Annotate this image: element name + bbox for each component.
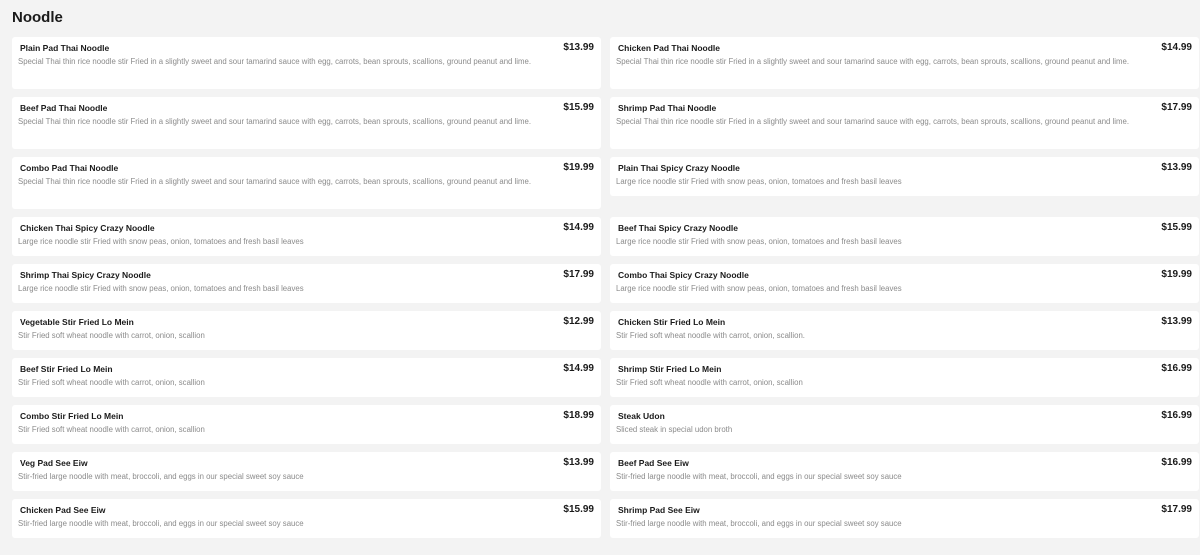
menu-item-card[interactable]: Beef Pad Thai Noodle $15.99 Special Thai…: [12, 97, 601, 149]
item-description: Stir Fried soft wheat noodle with carrot…: [18, 378, 205, 387]
menu-item-card[interactable]: Vegetable Stir Fried Lo Mein $12.99 Stir…: [12, 311, 601, 350]
item-price: $14.99: [563, 363, 594, 374]
menu-item-card[interactable]: Plain Thai Spicy Crazy Noodle $13.99 Lar…: [610, 157, 1199, 196]
item-description: Stir Fried soft wheat noodle with carrot…: [616, 378, 803, 387]
item-name: Shrimp Pad Thai Noodle: [618, 103, 717, 113]
item-description: Stir Fried soft wheat noodle with carrot…: [616, 331, 805, 340]
item-price: $15.99: [1161, 222, 1192, 233]
item-price: $14.99: [1161, 42, 1192, 53]
item-description: Stir Fried soft wheat noodle with carrot…: [18, 425, 205, 434]
menu-item-card[interactable]: Shrimp Pad Thai Noodle $17.99 Special Th…: [610, 97, 1199, 149]
item-name: Steak Udon: [618, 411, 665, 421]
item-price: $17.99: [1161, 504, 1192, 515]
item-description: Special Thai thin rice noodle stir Fried…: [616, 117, 1129, 126]
menu-item-card[interactable]: Steak Udon $16.99 Sliced steak in specia…: [610, 405, 1199, 444]
item-name: Vegetable Stir Fried Lo Mein: [20, 317, 134, 327]
menu-item-card[interactable]: Beef Stir Fried Lo Mein $14.99 Stir Frie…: [12, 358, 601, 397]
menu-item-card[interactable]: Combo Thai Spicy Crazy Noodle $19.99 Lar…: [610, 264, 1199, 303]
item-description: Special Thai thin rice noodle stir Fried…: [616, 57, 1129, 66]
item-price: $16.99: [1161, 363, 1192, 374]
item-price: $13.99: [1161, 316, 1192, 327]
item-description: Special Thai thin rice noodle stir Fried…: [18, 177, 531, 186]
item-price: $16.99: [1161, 457, 1192, 468]
item-price: $17.99: [1161, 102, 1192, 113]
item-description: Special Thai thin rice noodle stir Fried…: [18, 57, 531, 66]
section-title: Noodle: [12, 9, 63, 26]
item-price: $16.99: [1161, 410, 1192, 421]
menu-item-card[interactable]: Plain Pad Thai Noodle $13.99 Special Tha…: [12, 37, 601, 89]
item-price: $15.99: [563, 102, 594, 113]
item-price: $19.99: [563, 162, 594, 173]
item-name: Chicken Thai Spicy Crazy Noodle: [20, 223, 155, 233]
item-price: $19.99: [1161, 269, 1192, 280]
menu-item-card[interactable]: Chicken Stir Fried Lo Mein $13.99 Stir F…: [610, 311, 1199, 350]
menu-item-card[interactable]: Beef Thai Spicy Crazy Noodle $15.99 Larg…: [610, 217, 1199, 256]
item-name: Chicken Stir Fried Lo Mein: [618, 317, 726, 327]
item-price: $18.99: [563, 410, 594, 421]
item-name: Plain Thai Spicy Crazy Noodle: [618, 163, 740, 173]
item-name: Chicken Pad Thai Noodle: [618, 43, 721, 53]
menu-item-card[interactable]: Chicken Pad Thai Noodle $14.99 Special T…: [610, 37, 1199, 89]
item-price: $13.99: [563, 42, 594, 53]
item-price: $14.99: [563, 222, 594, 233]
menu-item-card[interactable]: Shrimp Stir Fried Lo Mein $16.99 Stir Fr…: [610, 358, 1199, 397]
item-description: Sliced steak in special udon broth: [616, 425, 733, 434]
item-name: Beef Pad Thai Noodle: [20, 103, 108, 113]
item-name: Shrimp Stir Fried Lo Mein: [618, 364, 722, 374]
item-price: $13.99: [1161, 162, 1192, 173]
menu-item-card[interactable]: Shrimp Thai Spicy Crazy Noodle $17.99 La…: [12, 264, 601, 303]
item-description: Stir-fried large noodle with meat, brocc…: [18, 472, 304, 481]
item-price: $12.99: [563, 316, 594, 327]
item-name: Chicken Pad See Eiw: [20, 505, 106, 515]
item-name: Combo Thai Spicy Crazy Noodle: [618, 270, 749, 280]
item-description: Large rice noodle stir Fried with snow p…: [616, 284, 902, 293]
item-description: Stir Fried soft wheat noodle with carrot…: [18, 331, 205, 340]
menu-item-card[interactable]: Chicken Thai Spicy Crazy Noodle $14.99 L…: [12, 217, 601, 256]
item-description: Large rice noodle stir Fried with snow p…: [18, 284, 304, 293]
menu-item-card[interactable]: Veg Pad See Eiw $13.99 Stir-fried large …: [12, 452, 601, 491]
item-name: Plain Pad Thai Noodle: [20, 43, 110, 53]
item-name: Shrimp Pad See Eiw: [618, 505, 700, 515]
item-name: Beef Pad See Eiw: [618, 458, 689, 468]
menu-item-card[interactable]: Chicken Pad See Eiw $15.99 Stir-fried la…: [12, 499, 601, 538]
item-description: Large rice noodle stir Fried with snow p…: [616, 237, 902, 246]
item-description: Large rice noodle stir Fried with snow p…: [18, 237, 304, 246]
menu-item-card[interactable]: Combo Pad Thai Noodle $19.99 Special Tha…: [12, 157, 601, 209]
item-description: Stir-fried large noodle with meat, brocc…: [18, 519, 304, 528]
item-description: Large rice noodle stir Fried with snow p…: [616, 177, 902, 186]
item-price: $13.99: [563, 457, 594, 468]
item-name: Veg Pad See Eiw: [20, 458, 88, 468]
item-description: Stir-fried large noodle with meat, brocc…: [616, 519, 902, 528]
item-name: Combo Stir Fried Lo Mein: [20, 411, 124, 421]
menu-item-card[interactable]: Combo Stir Fried Lo Mein $18.99 Stir Fri…: [12, 405, 601, 444]
menu-grid: Plain Pad Thai Noodle $13.99 Special Tha…: [12, 37, 1200, 538]
item-description: Special Thai thin rice noodle stir Fried…: [18, 117, 531, 126]
item-price: $15.99: [563, 504, 594, 515]
item-description: Stir-fried large noodle with meat, brocc…: [616, 472, 902, 481]
menu-item-card[interactable]: Shrimp Pad See Eiw $17.99 Stir-fried lar…: [610, 499, 1199, 538]
item-name: Combo Pad Thai Noodle: [20, 163, 119, 173]
menu-item-card[interactable]: Beef Pad See Eiw $16.99 Stir-fried large…: [610, 452, 1199, 491]
item-name: Shrimp Thai Spicy Crazy Noodle: [20, 270, 151, 280]
item-name: Beef Thai Spicy Crazy Noodle: [618, 223, 738, 233]
item-price: $17.99: [563, 269, 594, 280]
item-name: Beef Stir Fried Lo Mein: [20, 364, 113, 374]
